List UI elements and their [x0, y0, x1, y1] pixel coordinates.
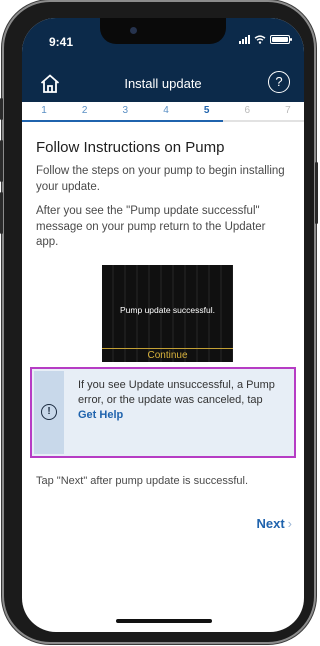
step-4: 4: [163, 105, 169, 116]
step-5-current: 5: [203, 105, 210, 116]
help-alert: ! If you see Update unsuccessful, a Pump…: [30, 367, 296, 458]
instructions-text: Follow the steps on your pump to begin i…: [36, 165, 285, 193]
step-7: 7: [285, 105, 291, 116]
step-6: 6: [244, 105, 251, 116]
chevron-right-icon: ›: [287, 516, 292, 531]
power-button: [315, 162, 318, 224]
alert-side-panel: !: [34, 371, 64, 454]
step-3: 3: [122, 105, 129, 116]
nav-bar: Install update ?: [22, 64, 304, 104]
phone-frame: 9:41 Install update ? 1 2 3 4 5 6 7 Foll…: [0, 2, 318, 642]
step-2: 2: [81, 105, 88, 116]
step-1: 1: [41, 105, 47, 116]
get-help-link[interactable]: Get Help: [78, 408, 286, 423]
next-button[interactable]: Next ›: [256, 516, 292, 531]
volume-up-button: [0, 140, 3, 182]
progress-track: [22, 120, 304, 122]
phone-screen: 9:41 Install update ? 1 2 3 4 5 6 7 Foll…: [22, 18, 304, 632]
pump-display-message: Pump update successful.: [120, 304, 215, 315]
wifi-icon: [254, 35, 266, 44]
next-instruction-text: Tap "Next" after pump update is successf…: [36, 475, 249, 487]
status-time: 9:41: [49, 35, 74, 49]
battery-icon: [270, 35, 292, 44]
help-button[interactable]: ?: [268, 71, 290, 93]
help-icon: ?: [275, 74, 283, 89]
next-label: Next: [256, 516, 285, 531]
signal-icon: [239, 35, 250, 44]
progress-fill: [22, 120, 224, 122]
alert-text: If you see Update unsuccessful, a Pump e…: [78, 379, 275, 406]
status-icons: [239, 35, 292, 44]
volume-down-button: [0, 192, 3, 234]
alert-icon: !: [41, 404, 57, 420]
main-content: Follow Instructions on Pump Follow the s…: [22, 128, 304, 362]
page-title: Install update: [124, 76, 202, 91]
pump-display-image: Pump update successful. Continue: [102, 264, 233, 362]
camera-icon: [130, 27, 137, 34]
return-instructions-text: After you see the "Pump update successfu…: [36, 205, 266, 248]
mute-switch: [0, 98, 3, 120]
alert-message: If you see Update unsuccessful, a Pump e…: [78, 378, 286, 423]
notch: [100, 18, 226, 44]
home-indicator[interactable]: [116, 619, 212, 623]
step-indicator: 1 2 3 4 5 6 7: [22, 102, 304, 122]
section-heading: Follow Instructions on Pump: [36, 139, 225, 156]
status-bar: 9:41: [22, 18, 304, 62]
pump-display-continue: Continue: [102, 347, 233, 362]
